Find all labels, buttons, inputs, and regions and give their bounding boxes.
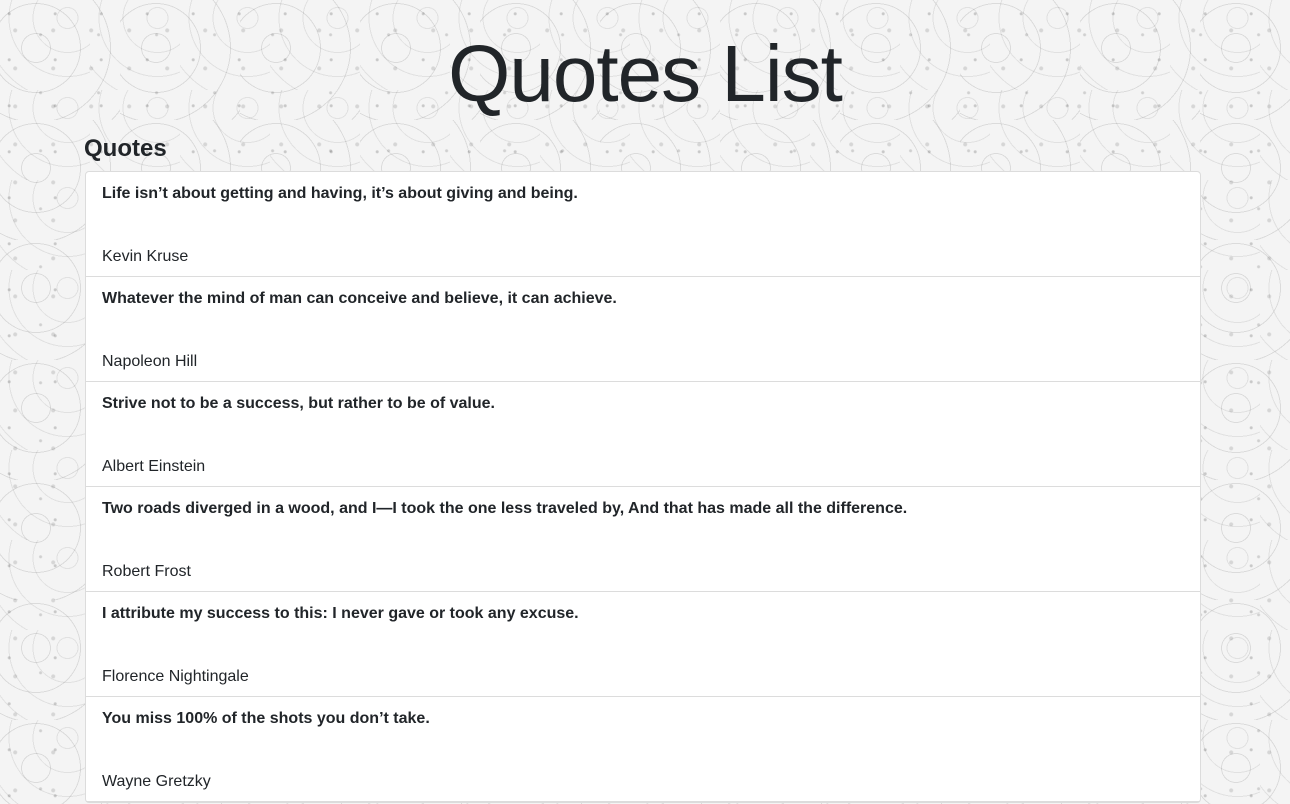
quote-list-item: Whatever the mind of man can conceive an… [86, 277, 1200, 382]
quote-text: Whatever the mind of man can conceive an… [102, 290, 617, 307]
quote-author: Florence Nightingale [102, 668, 249, 685]
page-title: Quotes List [448, 29, 843, 118]
quote-author: Kevin Kruse [102, 248, 189, 265]
quote-text: You miss 100% of the shots you don’t tak… [102, 710, 430, 727]
section-heading: Quotes [84, 135, 167, 162]
quote-text: Strive not to be a success, but rather t… [102, 395, 495, 412]
quote-list-item: Strive not to be a success, but rather t… [86, 382, 1200, 487]
quote-list-item: Two roads diverged in a wood, and I—I to… [86, 487, 1200, 592]
quotes-list: Life isn’t about getting and having, it’… [85, 171, 1201, 803]
quote-list-item: Life isn’t about getting and having, it’… [86, 172, 1200, 277]
quote-text: Two roads diverged in a wood, and I—I to… [102, 500, 908, 517]
quote-author: Robert Frost [102, 563, 191, 580]
quote-list-item: You miss 100% of the shots you don’t tak… [86, 697, 1200, 802]
quote-author: Wayne Gretzky [102, 773, 211, 790]
quote-text: I attribute my success to this: I never … [102, 605, 579, 622]
quote-list-item: I attribute my success to this: I never … [86, 592, 1200, 697]
quote-text: Life isn’t about getting and having, it’… [102, 185, 578, 202]
quote-author: Albert Einstein [102, 458, 206, 475]
quote-author: Napoleon Hill [102, 353, 198, 370]
